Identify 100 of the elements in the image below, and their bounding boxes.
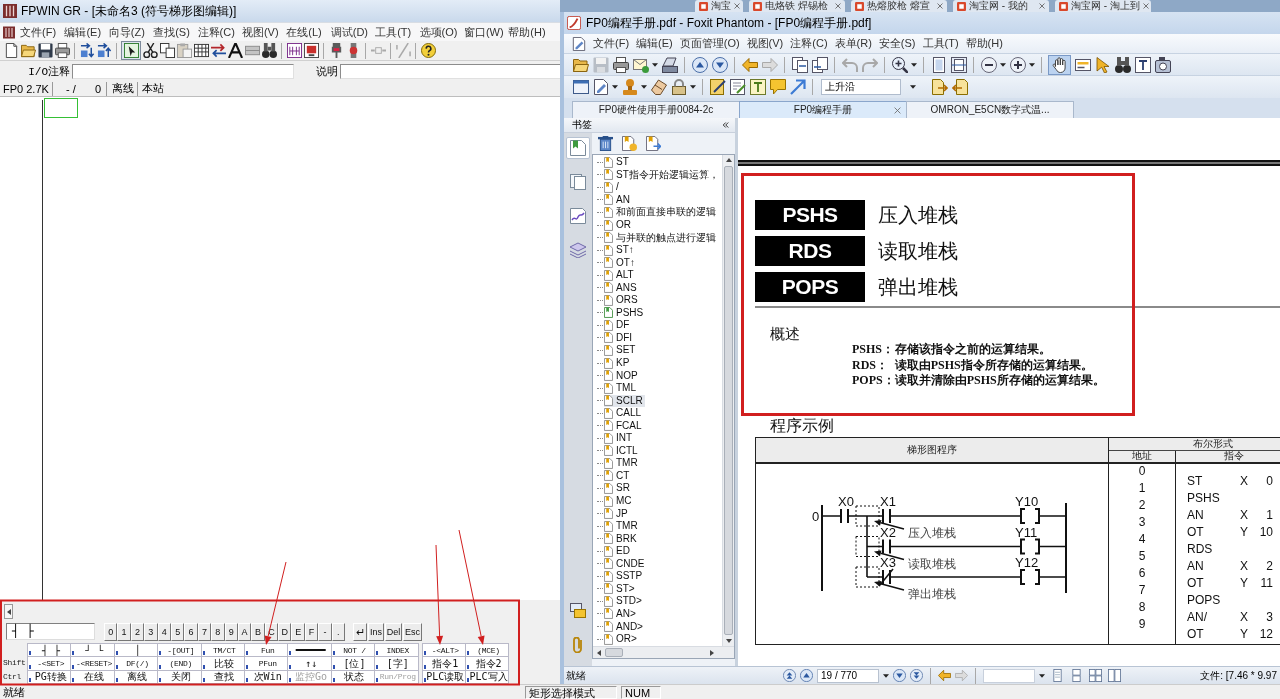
bookmark-item[interactable]: ORS: [604, 294, 640, 307]
text-select-icon[interactable]: [1074, 56, 1091, 73]
menu-item[interactable]: 查找(S): [151, 24, 196, 40]
edit-key[interactable]: ↵: [353, 622, 368, 641]
continuous-facing-icon[interactable]: [1108, 669, 1121, 682]
triangle-right-icon[interactable]: [710, 649, 714, 656]
minus-circle-icon[interactable]: [980, 56, 997, 73]
caret-icon[interactable]: [1029, 62, 1035, 67]
menu-item[interactable]: 工具(T): [373, 24, 418, 40]
page-number-field[interactable]: 19 / 770: [817, 668, 879, 683]
facing-pages-icon[interactable]: [1089, 669, 1102, 682]
browser-tab[interactable]: 淘宝网 - 我的: [953, 0, 1049, 12]
bookmark-item[interactable]: DF: [604, 319, 632, 332]
caret-icon[interactable]: [612, 85, 618, 89]
caret-icon[interactable]: [911, 62, 917, 67]
function-key[interactable]: TM/CT: [200, 643, 245, 658]
bookmark-item[interactable]: KP: [604, 357, 632, 369]
menu-item[interactable]: 向导(Z): [106, 24, 152, 40]
keypad-key[interactable]: 6: [184, 622, 198, 641]
menu-item[interactable]: 帮助(H): [506, 24, 551, 40]
zoom-in-icon[interactable]: [891, 56, 908, 73]
function-key[interactable]: 指令2: [464, 656, 510, 671]
caret-icon[interactable]: [1000, 62, 1006, 67]
browser-tab[interactable]: 淘宝: [695, 0, 743, 12]
document-tab[interactable]: OMRON_E5CN数字式温...: [906, 101, 1074, 118]
pencil-note-icon[interactable]: [709, 79, 726, 95]
menu-item[interactable]: 编辑(E): [633, 36, 677, 51]
menu-item[interactable]: 注释(C): [787, 36, 832, 51]
function-key[interactable]: PFun: [243, 656, 289, 671]
page-pencil-icon[interactable]: [572, 36, 586, 51]
keypad-key[interactable]: D: [278, 622, 292, 641]
hand-tool-button[interactable]: [1048, 54, 1071, 75]
caret-icon[interactable]: [883, 673, 889, 678]
mail-icon[interactable]: [632, 56, 649, 73]
binoculars-icon[interactable]: [261, 43, 277, 58]
function-key[interactable]: -<ALT>: [421, 643, 466, 658]
bookmark-item[interactable]: BRK: [604, 532, 639, 545]
help-icon[interactable]: [420, 43, 436, 58]
menu-item[interactable]: 调试(D): [328, 24, 374, 40]
binoculars-icon[interactable]: [1114, 56, 1131, 73]
open-folder-icon[interactable]: [572, 56, 589, 73]
vertical-scrollbar[interactable]: [722, 155, 734, 646]
bookmark-item[interactable]: DFI: [604, 331, 635, 344]
function-key[interactable]: 指令1: [421, 656, 466, 671]
function-key[interactable]: -<SET>: [27, 656, 72, 671]
bookmark-item[interactable]: ST↑: [604, 244, 636, 257]
scroll-left-button[interactable]: [4, 604, 13, 619]
printer-icon[interactable]: [612, 56, 629, 73]
function-key[interactable]: (MCE): [464, 643, 510, 658]
close-icon[interactable]: [1142, 3, 1149, 9]
instruction-entry-field[interactable]: ┤ ├: [6, 623, 95, 640]
keypad-key[interactable]: 1: [117, 622, 131, 641]
function-key[interactable]: -<RESET>: [70, 656, 115, 671]
keypad-key[interactable]: 3: [144, 622, 158, 641]
first-page-icon[interactable]: [783, 669, 796, 682]
bookmark-item[interactable]: /: [604, 181, 621, 194]
comment-icon[interactable]: [769, 79, 786, 95]
printer-icon[interactable]: [54, 43, 70, 58]
bookmark-item[interactable]: STD>: [604, 595, 644, 608]
function-key[interactable]: [位]: [330, 656, 376, 671]
up-circle-icon[interactable]: [691, 56, 708, 73]
pages-icon[interactable]: [791, 56, 808, 73]
window-icon[interactable]: [572, 79, 589, 95]
document-tab[interactable]: FP0编程手册: [739, 101, 907, 118]
bookmark-item[interactable]: MC: [604, 495, 634, 508]
document-tab[interactable]: FP0硬件使用手册0084-2c: [572, 101, 740, 118]
collapse-icon[interactable]: [722, 122, 729, 128]
edit-key[interactable]: Del: [385, 622, 403, 641]
document-arrow-icon[interactable]: [931, 79, 948, 95]
menu-item[interactable]: 页面管理(O): [676, 36, 744, 51]
scroll-thumb[interactable]: [605, 648, 623, 657]
scissors-icon[interactable]: [142, 43, 158, 58]
bookmark-item[interactable]: 和前面直接串联的逻辑: [604, 206, 718, 219]
menu-item[interactable]: 文件(F): [590, 36, 634, 51]
triangle-down-icon[interactable]: [725, 639, 732, 643]
bookmark-item[interactable]: OR: [604, 219, 633, 231]
browser-tab[interactable]: 淘宝网 - 淘上到: [1055, 0, 1151, 12]
bookmark-item[interactable]: OT↑: [604, 256, 637, 269]
document-arrow-icon[interactable]: [951, 79, 968, 95]
function-key[interactable]: DF(/): [113, 656, 159, 671]
add-bookmark-icon[interactable]: [621, 136, 637, 151]
bookmark-item[interactable]: TML: [604, 382, 638, 395]
app-menu-icon[interactable]: [3, 25, 15, 39]
menu-item[interactable]: 安全(S): [875, 36, 920, 51]
caret-icon[interactable]: [652, 62, 658, 67]
bookmark-item[interactable]: CALL: [604, 407, 643, 420]
function-key[interactable]: -[OUT]: [157, 643, 202, 658]
monitor-grid-icon[interactable]: [286, 43, 302, 58]
back-arrow-icon[interactable]: [741, 56, 758, 73]
browser-tab[interactable]: 电烙铁 焊锡枪: [749, 0, 845, 12]
bookmark-item[interactable]: ST指令开始逻辑运算，: [604, 168, 721, 181]
menu-item[interactable]: 在线(L): [284, 24, 329, 40]
text-box-icon[interactable]: [749, 79, 766, 95]
caret-icon[interactable]: [1039, 673, 1045, 678]
keypad-key[interactable]: E: [291, 622, 305, 641]
down-circle-icon[interactable]: [711, 56, 728, 73]
back-arrow-icon[interactable]: [938, 669, 951, 682]
stamp-icon[interactable]: [621, 79, 638, 95]
bookmark-item[interactable]: AN: [604, 193, 632, 206]
bookmark-item[interactable]: AND>: [604, 620, 645, 633]
